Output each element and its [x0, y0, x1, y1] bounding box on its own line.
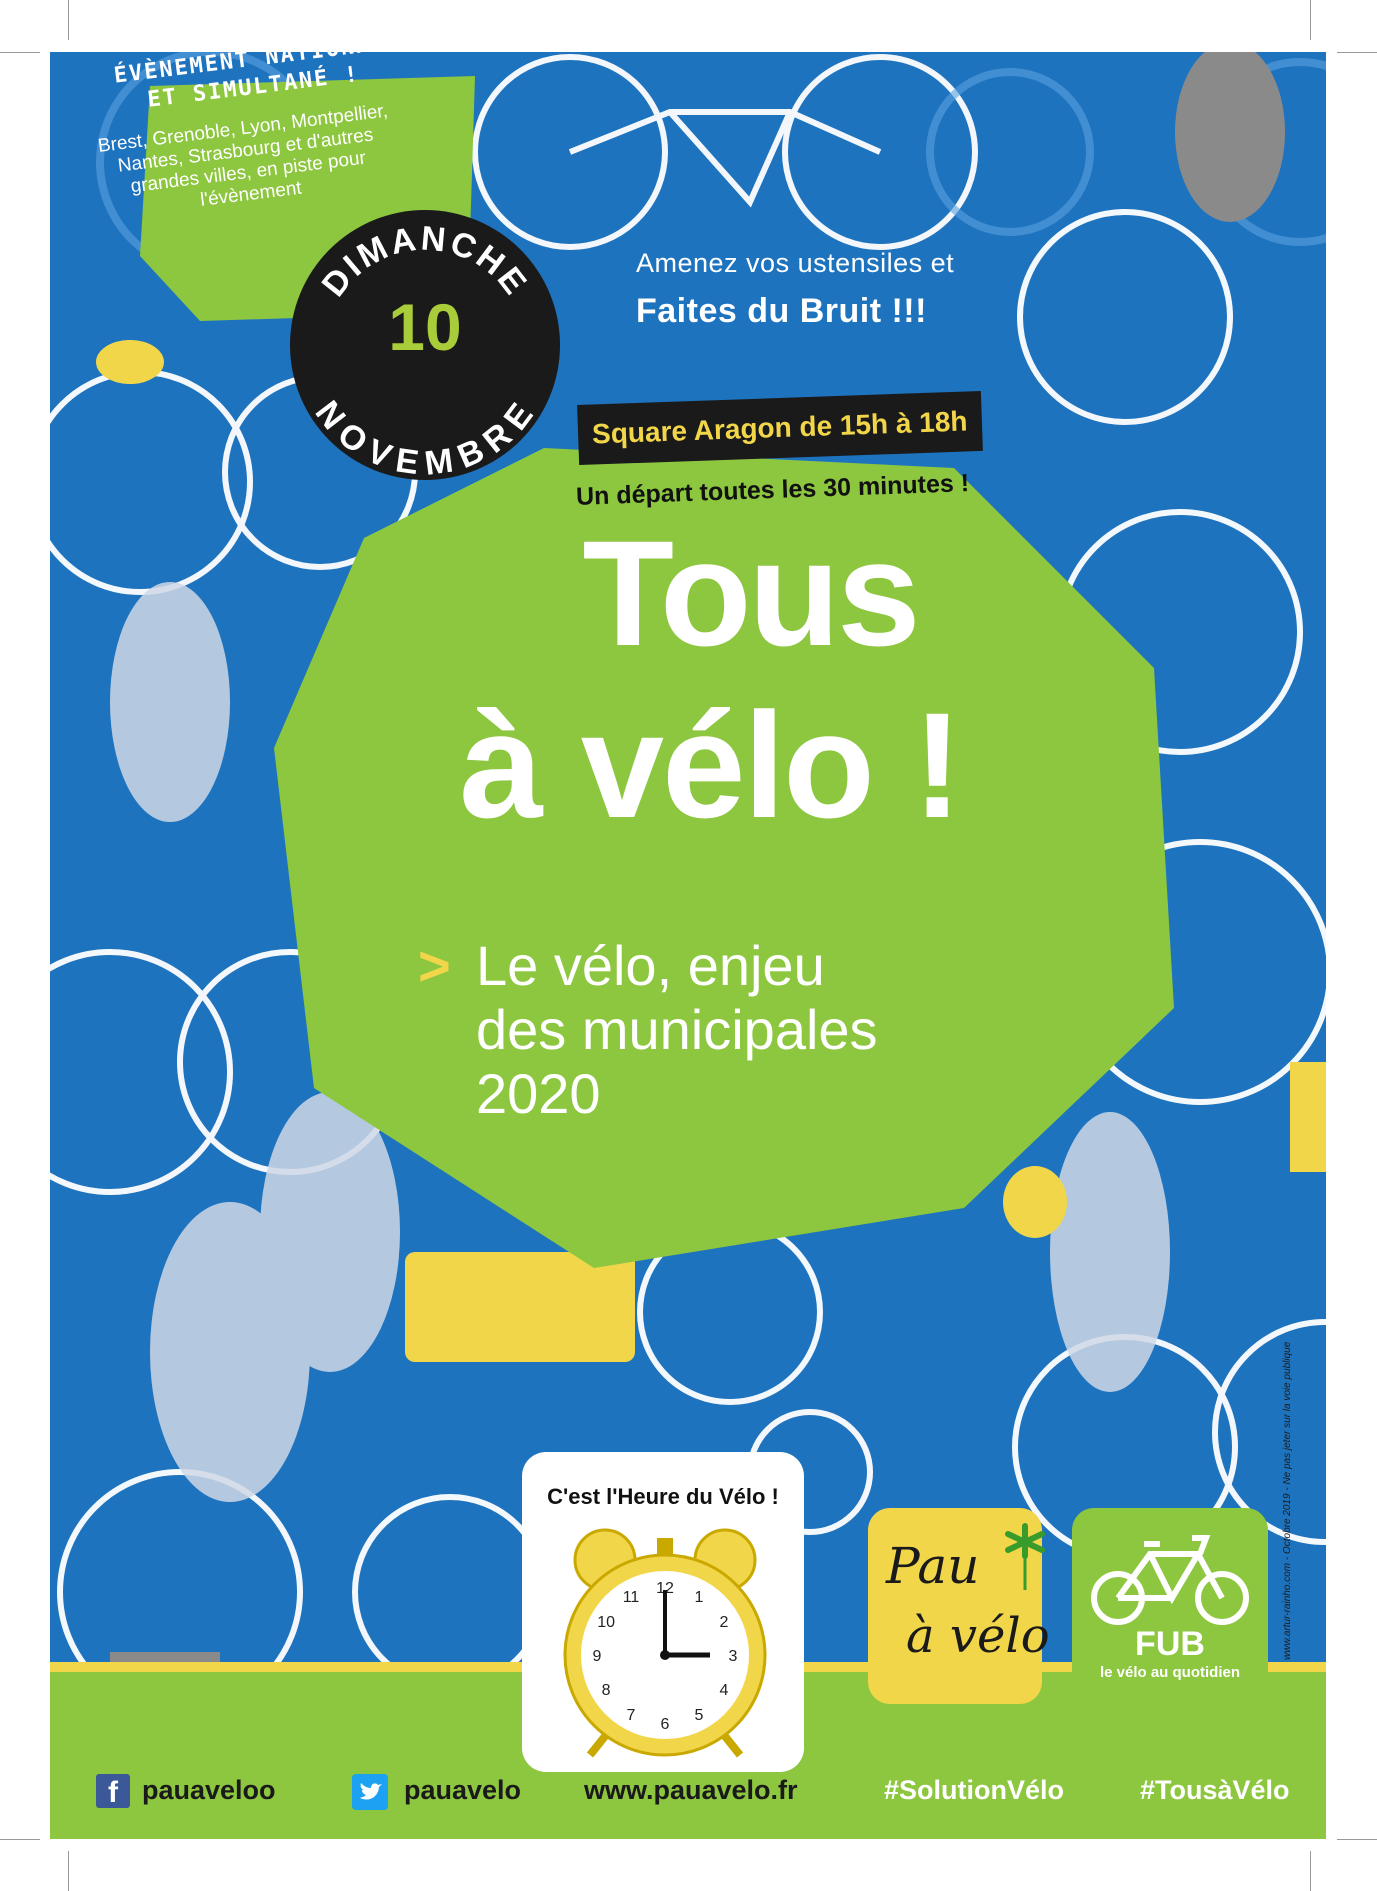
chevron-right-icon: > — [418, 934, 451, 997]
website-link[interactable]: www.pauavelo.fr — [584, 1772, 798, 1808]
clock-number: 4 — [719, 1682, 728, 1699]
date-month: NOVEMBRE — [308, 394, 540, 480]
fub-name: FUB — [1135, 1625, 1205, 1663]
crop-mark — [1310, 1851, 1311, 1891]
clock-number: 2 — [719, 1614, 728, 1631]
svg-text:NOVEMBRE: NOVEMBRE — [308, 394, 543, 480]
facebook-icon[interactable]: f — [96, 1774, 130, 1808]
crop-mark — [68, 1851, 69, 1891]
date-day-number: 10 — [388, 290, 462, 364]
subtitle: > Le vélo, enjeu des municipales 2020 — [418, 934, 878, 1126]
crop-mark — [1337, 52, 1377, 53]
clock-number: 9 — [593, 1648, 602, 1665]
noise-line-1: Amenez vos ustensiles et — [636, 248, 955, 278]
noise-line-2: Faites du Bruit !!! — [636, 292, 927, 330]
clock-number: 3 — [729, 1648, 738, 1665]
clock-number: 10 — [597, 1614, 615, 1631]
crop-mark — [1310, 0, 1311, 40]
alarm-clock-icon: 121234567891011 — [563, 1528, 767, 1758]
facebook-handle[interactable]: pauaveloo — [142, 1772, 276, 1808]
crop-mark — [68, 0, 69, 40]
twitter-icon[interactable] — [352, 1774, 388, 1810]
credit-line: www.artur-rainho.com - Octobre 2019 - Ne… — [1282, 1341, 1293, 1660]
subtitle-line-2: des municipales — [476, 998, 878, 1061]
clock-caption: C'est l'Heure du Vélo ! — [547, 1484, 779, 1509]
fub-tagline: le vélo au quotidien — [1099, 1664, 1241, 1681]
bicycle-icon — [1091, 1535, 1249, 1625]
twitter-handle[interactable]: pauavelo — [404, 1772, 521, 1808]
crop-mark — [1337, 1839, 1377, 1840]
clock-number: 1 — [695, 1589, 704, 1606]
clock-number: 7 — [627, 1707, 636, 1724]
crop-mark — [0, 1839, 40, 1840]
subtitle-line-3: 2020 — [476, 1062, 601, 1125]
clock-number: 11 — [623, 1589, 640, 1606]
clock-number: 6 — [661, 1716, 670, 1733]
headline-line-1: Tous — [582, 509, 920, 677]
pau-logo-line-1: Pau — [886, 1537, 980, 1595]
hashtag-solution-velo[interactable]: #SolutionVélo — [884, 1772, 1064, 1808]
clock-number: 8 — [602, 1682, 611, 1699]
palm-icon — [1005, 1523, 1045, 1590]
hashtag-tous-a-velo[interactable]: #TousàVélo — [1140, 1772, 1290, 1808]
subtitle-line-1: Le vélo, enjeu — [476, 934, 825, 997]
headline-line-2: à vélo ! — [459, 681, 963, 849]
crop-mark — [0, 52, 40, 53]
pau-logo-line-2: à vélo — [906, 1608, 1050, 1664]
clock-number: 5 — [695, 1707, 704, 1724]
